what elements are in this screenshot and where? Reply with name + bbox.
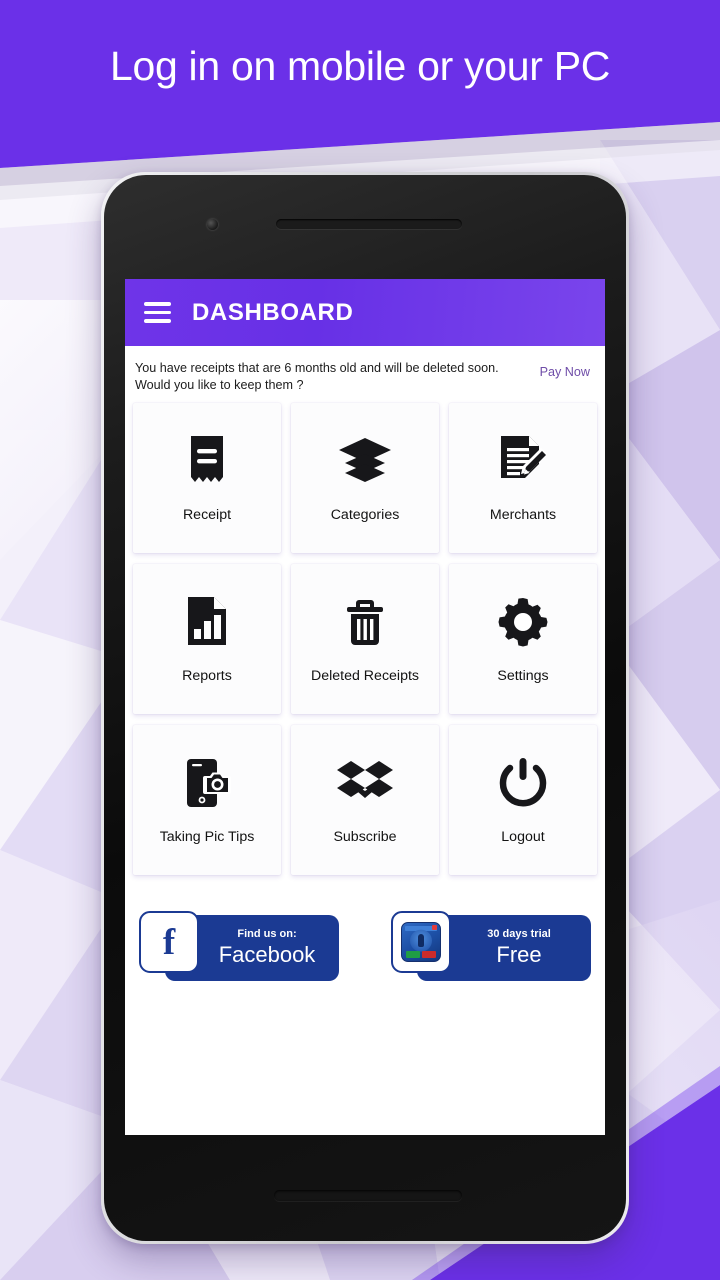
facebook-f-glyph: f <box>162 921 176 963</box>
layers-icon <box>337 433 393 489</box>
page-title: DASHBOARD <box>192 298 354 326</box>
pay-now-link[interactable]: Pay Now <box>540 365 590 379</box>
banner-line-2: Would you like to keep them ? <box>135 377 304 392</box>
phone-camera-icon <box>181 755 233 811</box>
banner-message: You have receipts that are 6 months old … <box>135 360 540 393</box>
tile-logout[interactable]: Logout <box>449 725 597 876</box>
promo-title: Free <box>496 942 542 968</box>
banner-line-1: You have receipts that are 6 months old … <box>135 361 499 375</box>
promo-subtitle: 30 days trial <box>487 927 551 940</box>
app-bar: DASHBOARD <box>125 279 605 346</box>
phone-body: DASHBOARD You have receipts that are 6 m… <box>104 175 626 1241</box>
promo-subtitle: Find us on: <box>237 927 297 940</box>
tile-subscribe[interactable]: Subscribe <box>291 725 439 876</box>
notification-banner: You have receipts that are 6 months old … <box>125 346 605 403</box>
tile-settings[interactable]: Settings <box>449 564 597 715</box>
power-icon <box>497 755 549 811</box>
chart-document-icon <box>183 594 231 650</box>
tile-label: Receipt <box>182 507 232 524</box>
promo-buttons: Find us on: Facebook f 30 days trial Fre… <box>125 875 605 984</box>
free-trial-promo-button[interactable]: 30 days trial Free <box>391 911 591 984</box>
tile-taking-pic-tips[interactable]: Taking Pic Tips <box>133 725 281 876</box>
promo-title: Facebook <box>218 942 316 968</box>
front-camera-icon <box>207 219 218 230</box>
document-pencil-icon <box>497 433 549 489</box>
dropbox-box-icon <box>336 755 394 811</box>
promo-headline: Log in on mobile or your PC <box>109 42 611 89</box>
app-thumbnail-icon <box>401 922 441 963</box>
tile-label: Subscribe <box>333 829 397 846</box>
trash-icon <box>342 594 388 650</box>
bottom-speaker-icon <box>274 1190 462 1201</box>
gear-icon <box>496 594 550 650</box>
tile-label: Logout <box>501 829 545 846</box>
tile-label: Deleted Receipts <box>310 668 420 685</box>
facebook-promo-button[interactable]: Find us on: Facebook f <box>139 911 339 984</box>
tile-label: Taking Pic Tips <box>159 829 255 846</box>
tile-label: Merchants <box>489 507 557 524</box>
tile-categories[interactable]: Categories <box>291 403 439 554</box>
facebook-f-icon: f <box>139 911 199 974</box>
phone-screen: DASHBOARD You have receipts that are 6 m… <box>125 279 605 1135</box>
app-store-icon <box>391 911 451 974</box>
earpiece-speaker-icon <box>276 219 462 229</box>
promo-headline-band: Log in on mobile or your PC <box>0 0 720 140</box>
receipt-icon <box>184 433 230 489</box>
tile-merchants[interactable]: Merchants <box>449 403 597 554</box>
phone-mockup: DASHBOARD You have receipts that are 6 m… <box>101 172 629 1244</box>
hamburger-menu-icon[interactable] <box>144 302 171 323</box>
tile-label: Categories <box>330 507 400 524</box>
tile-label: Reports <box>182 668 232 685</box>
tile-label: Settings <box>497 668 549 685</box>
tile-reports[interactable]: Reports <box>133 564 281 715</box>
dashboard-grid: Receipt Categories Merchants Reports Del… <box>125 403 605 876</box>
tile-deleted-receipts[interactable]: Deleted Receipts <box>291 564 439 715</box>
tile-receipt[interactable]: Receipt <box>133 403 281 554</box>
